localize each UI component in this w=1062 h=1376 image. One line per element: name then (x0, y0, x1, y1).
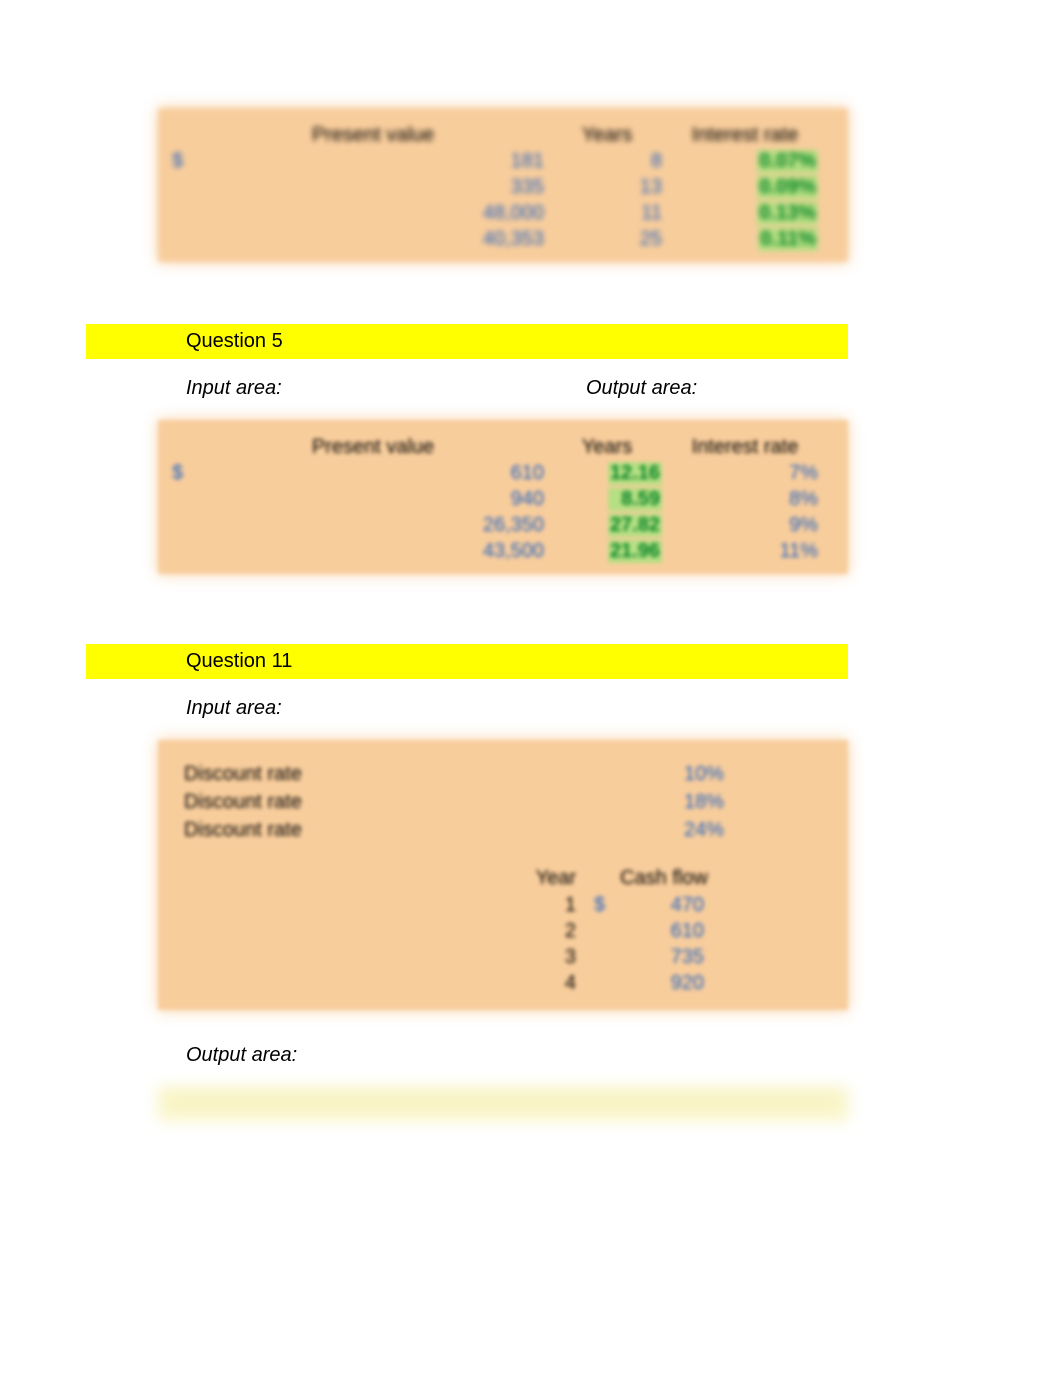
pv-value: 610 (202, 462, 552, 485)
table1-header-years: Years (552, 124, 672, 147)
table1-header-row: Present value Years Interest rate (158, 122, 848, 148)
pv-value: 48,000 (202, 202, 552, 225)
cf-year: 1 (514, 894, 594, 917)
years-value: 13 (552, 176, 672, 199)
rate-value: 8% (672, 488, 822, 511)
table-row: $ 610 12.16 7% (158, 460, 848, 486)
pv-value: 940 (202, 488, 552, 511)
rate-value: 0.13% (672, 202, 822, 225)
discount-rate-row: Discount rate 18% (158, 788, 848, 816)
question-11-title: Question 11 (86, 644, 848, 679)
years-value: 21.96 (552, 540, 672, 563)
cashflow-row: 2 610 (158, 918, 848, 944)
q5-table: Present value Years Interest rate $ 610 … (158, 420, 848, 574)
cf-year: 2 (514, 920, 594, 943)
rate-value: 11% (672, 540, 822, 563)
cf-value: 470 (614, 894, 734, 917)
years-value: 27.82 (552, 514, 672, 537)
question-5-title: Question 5 (86, 324, 848, 359)
years-value: 11 (552, 202, 672, 225)
table1: Present value Years Interest rate $ 181 … (158, 108, 848, 262)
table-row: 40,353 25 0.11% (158, 226, 848, 252)
dollar-sign: $ (172, 462, 202, 485)
rate-value: 9% (672, 514, 822, 537)
output-area-label: Output area: (586, 377, 697, 400)
rate-value: 0.09% (672, 176, 822, 199)
discount-rate-value: 10% (544, 763, 724, 786)
table-row: 335 13 0.09% (158, 174, 848, 200)
table-row: 43,500 21.96 11% (158, 538, 848, 564)
table-row: 940 8.59 8% (158, 486, 848, 512)
rate-value: 0.11% (672, 228, 822, 251)
years-value: 8.59 (552, 488, 672, 511)
q11-input-wrapper: Discount rate 10% Discount rate 18% Disc… (0, 740, 1062, 1010)
table-row: 26,350 27.82 9% (158, 512, 848, 538)
discount-rate-row: Discount rate 10% (158, 760, 848, 788)
table1-header-rate: Interest rate (672, 124, 822, 147)
cashflow-row: 3 735 (158, 944, 848, 970)
dollar-sign: $ (594, 894, 614, 917)
cf-value: 735 (614, 946, 734, 969)
table1-header-pv: Present value (202, 124, 552, 147)
cf-value: 610 (614, 920, 734, 943)
cashflow-header-label: Cash flow (594, 867, 734, 890)
cashflow-header: Year Cash flow (158, 864, 848, 892)
q5-header-years: Years (552, 436, 672, 459)
bottom-blur (0, 1087, 1062, 1121)
table1-wrapper: Present value Years Interest rate $ 181 … (0, 108, 1062, 262)
rate-value: 0.07% (672, 150, 822, 173)
pv-value: 43,500 (202, 540, 552, 563)
cf-value: 920 (614, 972, 734, 995)
table-row: 48,000 11 0.13% (158, 200, 848, 226)
discount-rate-label: Discount rate (184, 819, 544, 842)
output-area-label: Output area: (186, 1044, 1062, 1067)
dollar-sign: $ (172, 150, 202, 173)
q5-io-labels: Input area: Output area: (186, 377, 846, 400)
table-row: $ 181 8 0.07% (158, 148, 848, 174)
page: Present value Years Interest rate $ 181 … (0, 0, 1062, 1121)
q5-table-wrapper: Present value Years Interest rate $ 610 … (0, 420, 1062, 574)
cashflow-row: 1 $ 470 (158, 892, 848, 918)
q5-header-row: Present value Years Interest rate (158, 434, 848, 460)
year-header: Year (514, 867, 594, 890)
q11-input-label-row: Input area: (186, 697, 846, 720)
discount-rate-value: 18% (544, 791, 724, 814)
q5-header-pv: Present value (202, 436, 552, 459)
pv-value: 335 (202, 176, 552, 199)
cf-year: 3 (514, 946, 594, 969)
rate-value: 7% (672, 462, 822, 485)
pv-value: 40,353 (202, 228, 552, 251)
years-value: 25 (552, 228, 672, 251)
years-value: 8 (552, 150, 672, 173)
cf-year: 4 (514, 972, 594, 995)
q5-header-rate: Interest rate (672, 436, 822, 459)
q11-input-block: Discount rate 10% Discount rate 18% Disc… (158, 740, 848, 1010)
discount-rate-row: Discount rate 24% (158, 816, 848, 844)
input-area-label: Input area: (186, 377, 586, 400)
cashflow-row: 4 920 (158, 970, 848, 996)
discount-rate-label: Discount rate (184, 791, 544, 814)
input-area-label: Input area: (186, 697, 586, 720)
discount-rate-value: 24% (544, 819, 724, 842)
discount-rate-label: Discount rate (184, 763, 544, 786)
pv-value: 26,350 (202, 514, 552, 537)
pv-value: 181 (202, 150, 552, 173)
years-value: 12.16 (552, 462, 672, 485)
